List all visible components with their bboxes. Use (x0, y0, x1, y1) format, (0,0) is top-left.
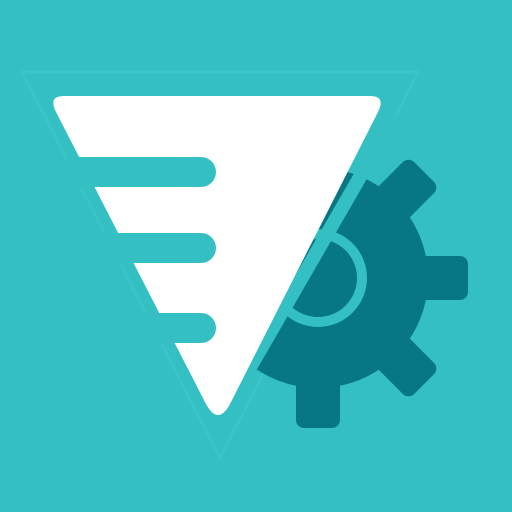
app-icon-graphic (0, 0, 512, 512)
speed-line-3 (120, 313, 216, 343)
speed-line-1 (60, 157, 216, 187)
speed-line-2 (90, 233, 216, 263)
app-icon (0, 0, 512, 512)
